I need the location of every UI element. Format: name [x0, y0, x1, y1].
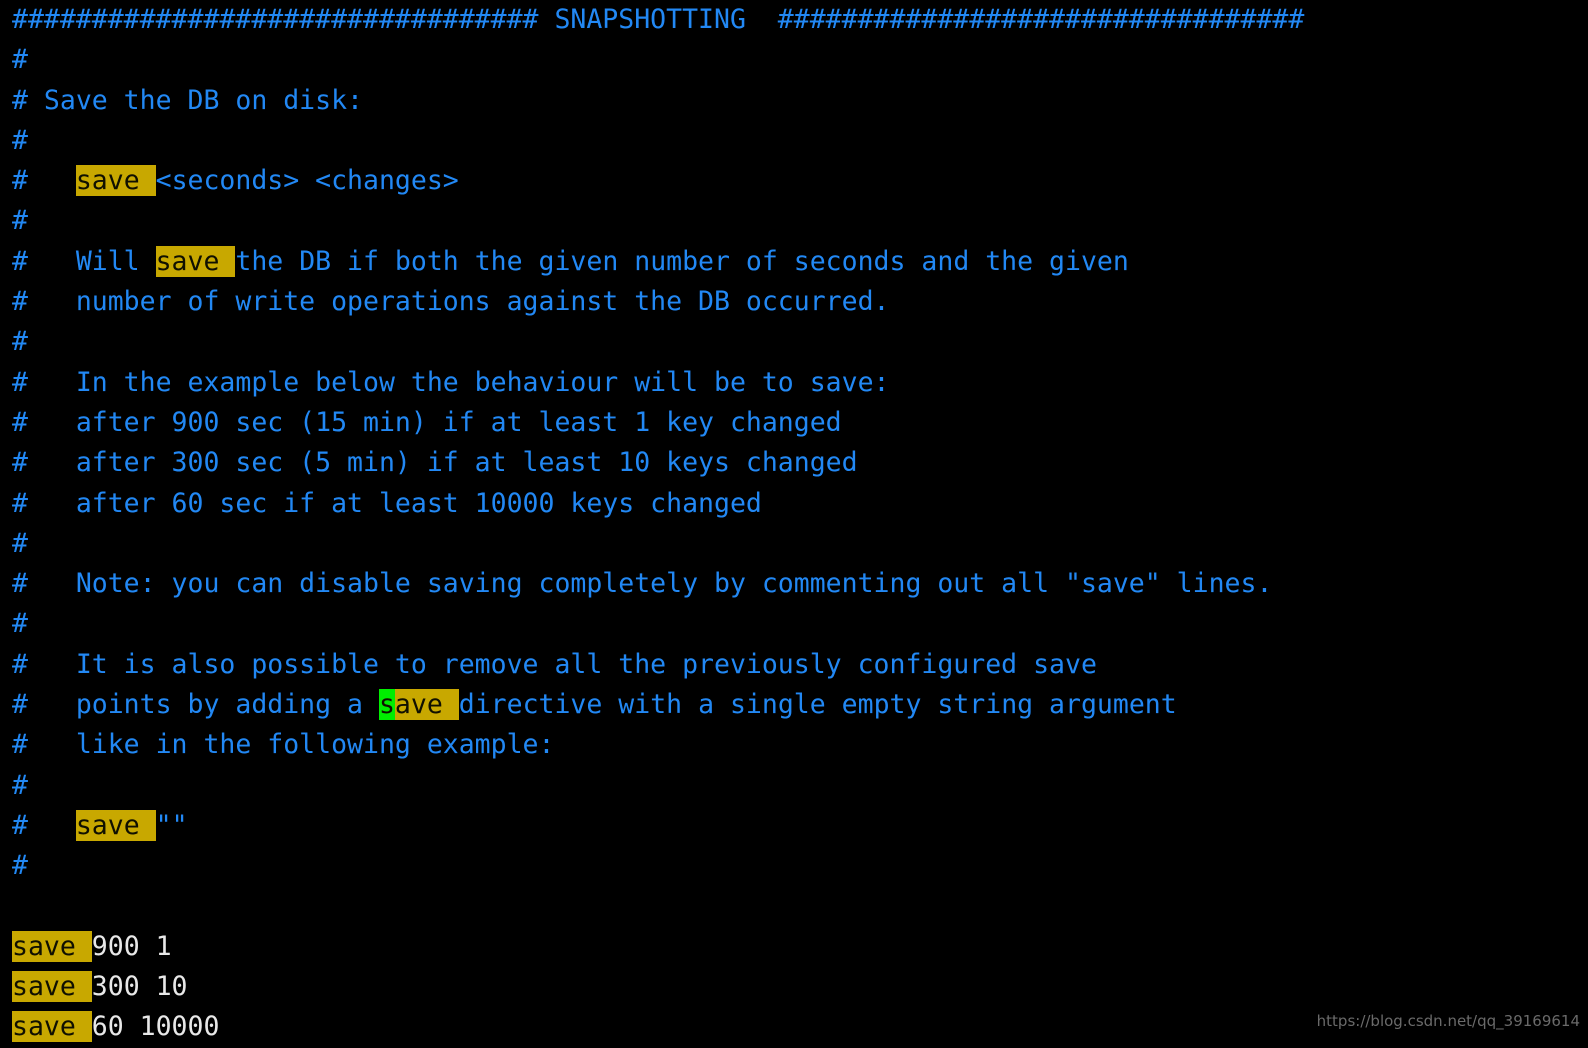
- search-match-highlight: save: [155, 245, 236, 277]
- terminal-line: #: [0, 604, 1588, 644]
- text-segment: #: [12, 608, 28, 640]
- text-segment: # Will: [12, 245, 156, 277]
- text-segment: #: [12, 850, 28, 882]
- terminal-line: # save "": [0, 806, 1588, 846]
- search-match-highlight: save: [75, 165, 156, 197]
- text-segment: [12, 891, 28, 922]
- terminal-line: # In the example below the behaviour wil…: [0, 363, 1588, 403]
- terminal-line: save 300 10: [0, 967, 1588, 1007]
- terminal-line: [0, 887, 1588, 927]
- text-segment: # points by adding a: [12, 689, 379, 721]
- text-segment: #: [12, 44, 28, 76]
- text-segment: # In the example below the behaviour wil…: [12, 366, 890, 398]
- text-segment: # Save the DB on disk:: [12, 84, 363, 116]
- terminal-line: #: [0, 201, 1588, 241]
- terminal-line: # save <seconds> <changes>: [0, 161, 1588, 201]
- current-search-match-cursor: s: [378, 689, 395, 721]
- text-segment: the DB if both the given number of secon…: [235, 245, 1129, 277]
- text-segment: #: [12, 326, 28, 358]
- terminal-line: #: [0, 322, 1588, 362]
- text-segment: # It is also possible to remove all the …: [12, 648, 1097, 680]
- text-segment: 900 1: [91, 930, 172, 962]
- text-segment: #: [12, 124, 28, 156]
- terminal-line: # after 60 sec if at least 10000 keys ch…: [0, 484, 1588, 524]
- text-segment: #: [12, 769, 28, 801]
- terminal-line: # Save the DB on disk:: [0, 81, 1588, 121]
- terminal-line: ################################# SNAPSH…: [0, 0, 1588, 40]
- terminal-line: # Note: you can disable saving completel…: [0, 564, 1588, 604]
- terminal-line: # points by adding a save directive with…: [0, 685, 1588, 725]
- watermark-label: https://blog.csdn.net/qq_39169614: [1316, 1012, 1580, 1030]
- text-segment: 300 10: [91, 971, 188, 1003]
- text-segment: # after 300 sec (5 min) if at least 10 k…: [12, 447, 858, 479]
- text-segment: # like in the following example:: [12, 729, 555, 761]
- text-segment: directive with a single empty string arg…: [458, 689, 1177, 721]
- text-segment: # after 60 sec if at least 10000 keys ch…: [12, 487, 762, 519]
- terminal-line: # after 900 sec (15 min) if at least 1 k…: [0, 403, 1588, 443]
- terminal-line: #: [0, 766, 1588, 806]
- search-match-highlight: save: [75, 809, 156, 841]
- terminal-text-area[interactable]: ################################# SNAPSH…: [0, 0, 1588, 1048]
- terminal-line: #: [0, 121, 1588, 161]
- text-segment: #: [12, 205, 28, 237]
- text-segment: ################################# SNAPSH…: [12, 4, 1305, 35]
- text-segment: #: [12, 527, 28, 559]
- text-segment: <seconds> <changes>: [155, 165, 459, 197]
- terminal-line: # number of write operations against the…: [0, 282, 1588, 322]
- text-segment: # after 900 sec (15 min) if at least 1 k…: [12, 406, 842, 438]
- terminal-line: #: [0, 40, 1588, 80]
- search-match-highlight: save: [12, 930, 92, 962]
- search-match-highlight: save: [12, 971, 92, 1003]
- text-segment: # Note: you can disable saving completel…: [12, 568, 1273, 600]
- terminal-line: save 900 1: [0, 927, 1588, 967]
- text-segment: # number of write operations against the…: [12, 286, 890, 318]
- terminal-line: #: [0, 846, 1588, 886]
- text-segment: #: [12, 809, 76, 841]
- current-search-match-highlight: ave: [394, 689, 459, 721]
- terminal-line: # like in the following example:: [0, 725, 1588, 765]
- terminal-window[interactable]: ################################# SNAPSH…: [0, 0, 1588, 1043]
- text-segment: #: [12, 165, 76, 197]
- terminal-line: # Will save the DB if both the given num…: [0, 242, 1588, 282]
- terminal-line: # after 300 sec (5 min) if at least 10 k…: [0, 443, 1588, 483]
- text-segment: "": [155, 809, 188, 841]
- terminal-line: #: [0, 524, 1588, 564]
- terminal-line: # It is also possible to remove all the …: [0, 645, 1588, 685]
